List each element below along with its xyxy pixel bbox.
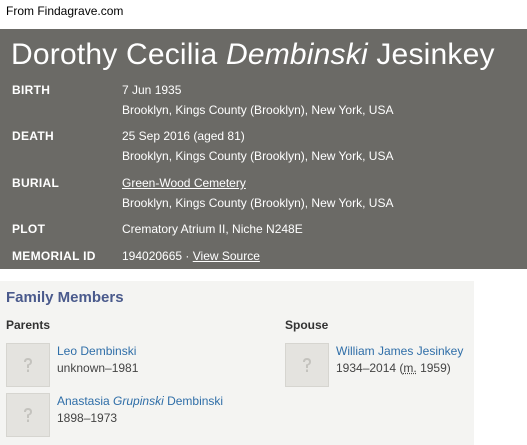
death-date: 25 Sep 2016 (aged 81): [122, 129, 245, 143]
question-mark-icon: [6, 393, 50, 437]
plot-value: Crematory Atrium II, Niche N248E: [122, 222, 303, 236]
burial-place: Brooklyn, Kings County (Brooklyn), New Y…: [122, 196, 394, 210]
parent-name-link[interactable]: Leo Dembinski: [57, 344, 136, 358]
question-mark-icon: [6, 343, 50, 387]
source-caption: From Findagrave.com: [6, 4, 124, 18]
memorial-id-label: MEMORIAL ID: [12, 249, 96, 263]
birth-value: 7 Jun 1935 Brooklyn, Kings County (Brook…: [122, 80, 393, 120]
parent-first-name: Anastasia: [57, 394, 110, 408]
death-label: DEATH: [12, 129, 54, 143]
marriage-abbr: m.: [403, 361, 417, 375]
parent-dates: unknown–1981: [57, 361, 139, 375]
parent-name-link[interactable]: Anastasia Grupinski Dembinski: [57, 394, 223, 408]
burial-value: Green-Wood Cemetery Brooklyn, Kings Coun…: [122, 173, 393, 213]
parent-card[interactable]: Anastasia Grupinski Dembinski 1898–1973: [6, 393, 266, 439]
birth-label: BIRTH: [12, 83, 51, 97]
spouse-label: Spouse: [285, 318, 329, 332]
memorial-header: Dorothy Cecilia Dembinski Jesinkey BIRTH…: [0, 29, 527, 269]
spouse-dates: 1934–2014 (m. 1959): [336, 361, 451, 375]
memorial-id-value: 194020665 · View Source: [122, 246, 260, 266]
question-mark-icon: [285, 343, 329, 387]
burial-label: BURIAL: [12, 176, 60, 190]
last-name: Jesinkey: [376, 38, 495, 71]
parent-card[interactable]: Leo Dembinski unknown–1981: [6, 343, 266, 389]
family-members-heading: Family Members: [6, 289, 124, 306]
birth-place: Brooklyn, Kings County (Brooklyn), New Y…: [122, 103, 394, 117]
memorial-id-number: 194020665 ·: [122, 249, 193, 263]
view-source-link[interactable]: View Source: [193, 249, 260, 263]
spouse-life-dates: 1934–2014 (: [336, 361, 404, 375]
maiden-name: Dembinski: [225, 38, 368, 71]
cemetery-link[interactable]: Green-Wood Cemetery: [122, 176, 246, 190]
family-members-panel: Family Members Parents Spouse Leo Dembin…: [0, 281, 474, 445]
spouse-name-link[interactable]: William James Jesinkey: [336, 344, 463, 358]
memorial-name: Dorothy Cecilia Dembinski Jesinkey: [11, 37, 495, 73]
parents-label: Parents: [6, 318, 51, 332]
death-value: 25 Sep 2016 (aged 81) Brooklyn, Kings Co…: [122, 126, 393, 166]
parent-last-name: Dembinski: [167, 394, 224, 408]
first-name: Dorothy Cecilia: [11, 38, 218, 71]
parent-maiden-name: Grupinski: [113, 394, 164, 408]
marriage-year: 1959): [416, 361, 451, 375]
parent-dates: 1898–1973: [57, 411, 118, 425]
plot-label: PLOT: [12, 222, 46, 236]
birth-date: 7 Jun 1935: [122, 83, 182, 97]
spouse-card[interactable]: William James Jesinkey 1934–2014 (m. 195…: [285, 343, 471, 389]
death-place: Brooklyn, Kings County (Brooklyn), New Y…: [122, 149, 394, 163]
